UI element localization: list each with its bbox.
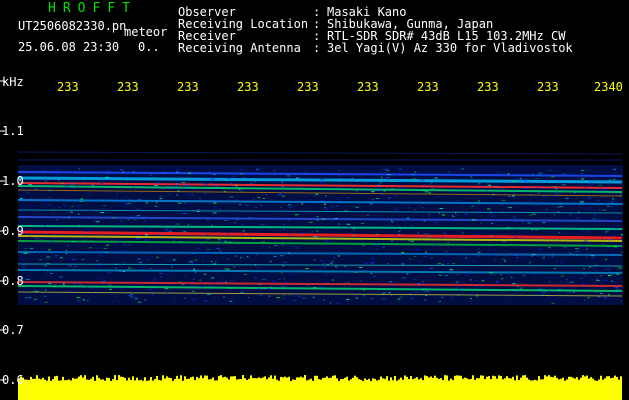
y-label: 1.1 — [2, 124, 24, 138]
x-tick-label: 233 — [117, 80, 139, 94]
signal-bands — [17, 151, 623, 305]
x-tick-label: 233 — [57, 80, 79, 94]
y-label: 0.9 — [2, 224, 24, 238]
x-tick-label: 233 — [357, 80, 379, 94]
x-tick-label: 2340 — [594, 80, 623, 94]
x-tick-label: 233 — [477, 80, 499, 94]
type-tag: meteor — [124, 25, 168, 39]
x-tick-label: 233 — [177, 80, 199, 94]
y-label: 0.8 — [2, 274, 24, 288]
y-label: 0.7 — [2, 323, 24, 337]
file-name: UT2506082330.pn — [18, 19, 127, 33]
meta-colon: : — [313, 41, 321, 55]
x-tick-label: 233 — [417, 80, 439, 94]
y-label: 0.6 — [2, 373, 24, 387]
date-time: 25.06.08 23:30 — [18, 40, 120, 54]
meta-value-antenna: 3el Yagi(V) Az 330 for Vladivostok — [327, 41, 573, 55]
y-label: 1.0 — [2, 174, 24, 188]
spectrogram — [0, 80, 625, 400]
x-tick-label: 233 — [237, 80, 259, 94]
x-tick-label: 233 — [537, 80, 559, 94]
echo-amplitude-bar — [18, 375, 622, 400]
meta-label-antenna: Receiving Antenna — [178, 41, 301, 55]
brand-logo: HROFFT — [48, 1, 137, 16]
counter: 0.. — [138, 40, 160, 54]
axis-unit: kHz — [2, 75, 24, 89]
x-tick-label: 233 — [297, 80, 319, 94]
